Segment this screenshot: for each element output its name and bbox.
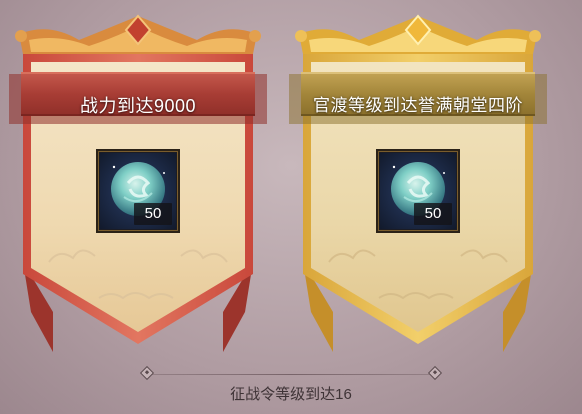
- reward-quantity: 50: [414, 203, 452, 225]
- reward-item-slot[interactable]: 50: [96, 149, 180, 233]
- reward-condition-title: 官渡等级到达誉满朝堂四阶: [313, 96, 523, 115]
- battle-pass-level-footer: 征战令等级到达16: [0, 360, 582, 414]
- reward-quantity: 50: [134, 203, 172, 225]
- reward-item-slot[interactable]: 50: [376, 149, 460, 233]
- reward-banner-red[interactable]: 战力到达9000 50: [9, 12, 267, 352]
- right-diamond-ornament-icon: [427, 365, 443, 381]
- battle-pass-level-text: 征战令等级到达16: [230, 386, 352, 403]
- reward-banner-gold[interactable]: 官渡等级到达誉满朝堂四阶 50: [289, 12, 547, 352]
- left-diamond-ornament-icon: [139, 365, 155, 381]
- reward-condition-title: 战力到达9000: [79, 96, 197, 116]
- footer-divider: [152, 374, 430, 375]
